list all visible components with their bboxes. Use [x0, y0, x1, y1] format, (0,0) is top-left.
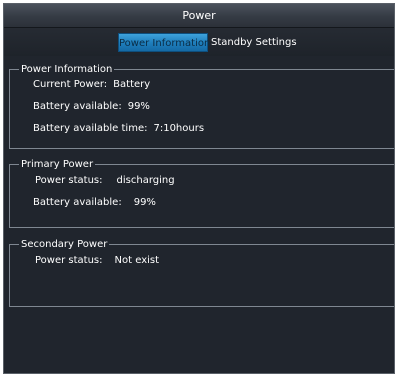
battery-available-row: Battery available: 99% [33, 100, 150, 113]
window-titlebar: Power [4, 4, 394, 28]
primary-power-status-label: Power status: [35, 175, 103, 186]
power-information-legend: Power Information [19, 63, 115, 76]
current-power-value: Battery [113, 79, 151, 90]
current-power-label: Current Power: [33, 79, 108, 90]
secondary-power-status-value: Not exist [114, 255, 160, 266]
battery-time-row: Battery available time: 7:10hours [33, 122, 204, 135]
battery-time-value: 7:10hours [153, 123, 205, 134]
tab-bar: Power Information Standby Settings [4, 28, 394, 56]
primary-power-status-row: Power status: discharging [35, 174, 175, 187]
battery-available-label: Battery available: [33, 101, 122, 112]
primary-battery-available-row: Battery available: 99% [33, 196, 156, 209]
tab-standby-settings[interactable]: Standby Settings [210, 33, 298, 52]
primary-power-status-value: discharging [116, 175, 175, 186]
current-power-row: Current Power: Battery [33, 78, 150, 91]
tab-power-information[interactable]: Power Information [118, 33, 210, 52]
power-window: Power Power Information Standby Settings… [3, 3, 395, 374]
secondary-power-status-row: Power status: Not exist [35, 254, 159, 267]
secondary-power-status-label: Power status: [35, 255, 103, 266]
primary-power-section: Primary Power Power status: discharging B… [9, 158, 394, 228]
battery-time-label: Battery available time: [33, 123, 148, 134]
primary-battery-available-value: 99% [133, 197, 156, 208]
secondary-power-legend: Secondary Power [19, 238, 110, 251]
battery-available-value: 99% [127, 101, 150, 112]
power-information-section: Power Information Current Power: Battery … [9, 63, 394, 149]
secondary-power-section: Secondary Power Power status: Not exist [9, 238, 394, 307]
primary-battery-available-label: Battery available: [33, 197, 122, 208]
window-title: Power [182, 9, 216, 22]
primary-power-legend: Primary Power [19, 158, 96, 171]
